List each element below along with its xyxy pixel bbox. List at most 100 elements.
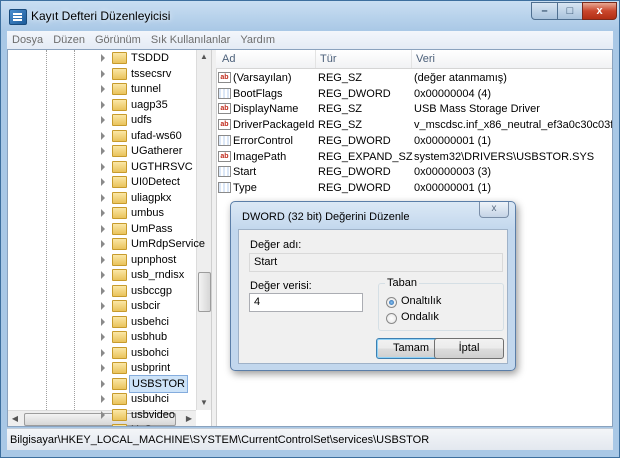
value-name-label: Değer adı: bbox=[250, 239, 302, 251]
expand-arrow-icon[interactable] bbox=[101, 54, 105, 62]
expand-arrow-icon[interactable] bbox=[101, 364, 105, 372]
title-bar[interactable]: Kayıt Defteri Düzenleyicisi – □ x bbox=[1, 1, 619, 31]
expand-arrow-icon[interactable] bbox=[101, 410, 105, 419]
value-row[interactable]: Start REG_DWORD 0x00000003 (3) bbox=[216, 164, 612, 180]
expand-arrow-icon[interactable] bbox=[101, 379, 105, 388]
value-row[interactable]: BootFlags REG_DWORD 0x00000004 (4) bbox=[216, 86, 612, 102]
value-type: REG_EXPAND_SZ bbox=[318, 150, 413, 163]
tree-item-label: udfs bbox=[131, 114, 152, 126]
scroll-down-arrow-icon[interactable]: ▼ bbox=[197, 396, 211, 410]
dialog-close-button[interactable]: x bbox=[479, 202, 509, 218]
dialog-title: DWORD (32 bit) Değerini Düzenle bbox=[242, 211, 410, 223]
maximize-button[interactable]: □ bbox=[557, 2, 583, 20]
binary-value-icon bbox=[218, 181, 231, 193]
expand-arrow-icon[interactable] bbox=[101, 255, 105, 264]
scroll-thumb[interactable] bbox=[198, 272, 211, 312]
tree-item-label: usbccgp bbox=[131, 284, 172, 297]
value-data-input[interactable]: 4 bbox=[249, 293, 363, 312]
expand-arrow-icon[interactable] bbox=[101, 395, 105, 403]
column-header-type[interactable]: Tür bbox=[320, 53, 337, 65]
decimal-radio-label[interactable]: Ondalık bbox=[401, 311, 439, 323]
folder-icon bbox=[112, 346, 127, 359]
value-type: REG_SZ bbox=[318, 72, 363, 84]
tree-item-label: UI0Detect bbox=[131, 176, 180, 188]
folder-icon bbox=[112, 408, 127, 421]
value-data: USB Mass Storage Driver bbox=[414, 103, 540, 116]
close-button[interactable]: x bbox=[582, 2, 617, 20]
value-row[interactable]: ab ImagePath REG_EXPAND_SZ system32\DRIVERS… bbox=[216, 149, 612, 165]
tree-item-label: UmRdpService bbox=[131, 238, 205, 250]
value-row[interactable]: ab (Varsayılan) REG_SZ (değer atanmamış) bbox=[216, 70, 612, 86]
expand-arrow-icon[interactable] bbox=[101, 333, 105, 341]
tree-item-label: tunnel bbox=[131, 83, 161, 95]
folder-icon bbox=[112, 98, 127, 111]
expand-arrow-icon[interactable] bbox=[101, 131, 105, 140]
tree-item-label: usbehci bbox=[131, 315, 169, 328]
expand-arrow-icon[interactable] bbox=[101, 100, 105, 109]
tree-item-label: usbcir bbox=[131, 300, 161, 312]
hex-radio[interactable] bbox=[386, 297, 397, 308]
expand-arrow-icon[interactable] bbox=[101, 317, 105, 326]
expand-arrow-icon[interactable] bbox=[101, 178, 105, 186]
expand-arrow-icon[interactable] bbox=[101, 271, 105, 279]
expand-arrow-icon[interactable] bbox=[101, 193, 105, 202]
expand-arrow-icon[interactable] bbox=[101, 209, 105, 217]
tree-item-label: usbhub bbox=[131, 331, 168, 343]
column-header-data[interactable]: Veri bbox=[416, 53, 435, 65]
menu-favorites[interactable]: Sık Kullanılanlar bbox=[146, 31, 236, 49]
expand-arrow-icon[interactable] bbox=[101, 302, 105, 310]
value-row[interactable]: ab DisplayName REG_SZ USB Mass Storage Driv… bbox=[216, 101, 612, 117]
value-row[interactable]: ErrorControl REG_DWORD 0x00000001 (1) bbox=[216, 133, 612, 149]
folder-icon bbox=[112, 160, 127, 173]
expand-arrow-icon[interactable] bbox=[101, 147, 105, 155]
tree-item-label: umbus bbox=[131, 207, 165, 219]
minimize-button[interactable]: – bbox=[531, 2, 558, 20]
folder-icon bbox=[112, 191, 127, 204]
scroll-right-arrow-icon[interactable]: ▶ bbox=[182, 411, 196, 426]
folder-icon bbox=[112, 377, 127, 390]
menu-help[interactable]: Yardım bbox=[235, 31, 280, 49]
tree-vertical-scrollbar[interactable]: ▲ ▼ bbox=[196, 50, 211, 410]
string-value-icon: ab bbox=[218, 72, 231, 83]
folder-icon bbox=[112, 83, 127, 95]
expand-arrow-icon[interactable] bbox=[101, 116, 105, 124]
cancel-button[interactable]: İptal bbox=[434, 338, 504, 359]
menu-view[interactable]: Görünüm bbox=[90, 31, 146, 49]
key-tree: ▲ ▼ ◀ ▶ TSDDD tssecsrv tunnel uagp35 udfs ufa… bbox=[8, 50, 211, 426]
regedit-icon bbox=[9, 9, 27, 25]
tree-item-label: UxSms bbox=[131, 422, 166, 426]
base-group-label: Taban bbox=[385, 277, 419, 289]
value-row[interactable]: Type REG_DWORD 0x00000001 (1) bbox=[216, 180, 612, 196]
folder-icon bbox=[112, 269, 127, 281]
value-row[interactable]: ab DriverPackageId REG_SZ v_mscdsc.inf_x86_… bbox=[216, 117, 612, 133]
expand-arrow-icon[interactable] bbox=[101, 162, 105, 171]
registry-editor-window: Kayıt Defteri Düzenleyicisi – □ x Dosya D… bbox=[0, 0, 620, 458]
menu-edit[interactable]: Düzen bbox=[48, 31, 90, 49]
dialog-body: Değer adı: Start Değer verisi: 4 Taban O… bbox=[238, 229, 508, 364]
scroll-left-arrow-icon[interactable]: ◀ bbox=[8, 411, 22, 426]
menu-bar: Dosya Düzen Görünüm Sık Kullanılanlar Yardım bbox=[7, 31, 613, 50]
column-divider[interactable] bbox=[411, 50, 412, 68]
value-name: ErrorControl bbox=[233, 134, 293, 147]
expand-arrow-icon[interactable] bbox=[101, 286, 105, 295]
tree-item-label: UGatherer bbox=[131, 145, 183, 157]
expand-arrow-icon[interactable] bbox=[101, 348, 105, 357]
window-title: Kayıt Defteri Düzenleyicisi bbox=[31, 9, 171, 23]
decimal-radio[interactable] bbox=[386, 313, 397, 324]
expand-arrow-icon[interactable] bbox=[101, 69, 105, 78]
expand-arrow-icon[interactable] bbox=[101, 224, 105, 233]
value-type: REG_DWORD bbox=[318, 181, 391, 194]
expand-arrow-icon[interactable] bbox=[101, 85, 105, 93]
column-divider[interactable] bbox=[315, 50, 316, 68]
column-header-name[interactable]: Ad bbox=[222, 53, 235, 65]
value-name: DriverPackageId bbox=[233, 119, 315, 132]
folder-icon bbox=[112, 424, 127, 426]
tree-item-label: ufad-ws60 bbox=[131, 129, 182, 142]
binary-value-icon bbox=[218, 166, 231, 178]
scroll-up-arrow-icon[interactable]: ▲ bbox=[197, 50, 211, 64]
list-header: Ad Tür Veri bbox=[216, 50, 612, 69]
folder-icon bbox=[112, 315, 127, 328]
hex-radio-label[interactable]: Onaltılık bbox=[401, 295, 441, 307]
menu-file[interactable]: Dosya bbox=[7, 31, 48, 49]
expand-arrow-icon[interactable] bbox=[101, 240, 105, 248]
